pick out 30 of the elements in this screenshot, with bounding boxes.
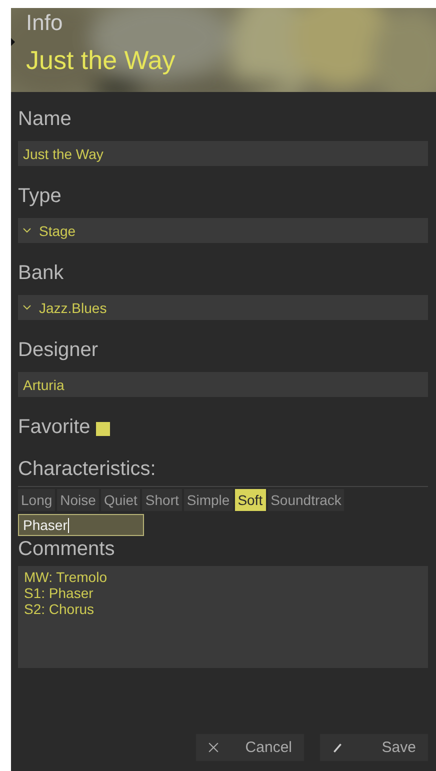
comments-label: Comments: [18, 537, 115, 562]
tag-button[interactable]: Long: [18, 489, 56, 511]
preset-name: Just the Way: [26, 44, 176, 77]
favorite-checkbox[interactable]: [96, 422, 110, 436]
field-label: Type: [18, 184, 62, 209]
tag-button[interactable]: Quiet: [100, 489, 140, 511]
chevron-down-icon: [23, 228, 31, 233]
dropdown-field[interactable]: Jazz.Blues: [18, 295, 428, 320]
tag-input[interactable]: Phaser: [18, 514, 144, 536]
pencil-icon: [332, 742, 343, 753]
field-label: Name: [18, 107, 72, 132]
save-button[interactable]: Save: [320, 734, 428, 761]
comments-field[interactable]: MW: Tremolo S1: Phaser S2: Chorus: [18, 566, 428, 668]
text-field[interactable]: Just the Way: [18, 141, 428, 166]
text-field[interactable]: Arturia: [18, 372, 428, 397]
tag-button[interactable]: Soundtrack: [268, 489, 344, 511]
favorite-label: Favorite: [18, 415, 90, 440]
cancel-button[interactable]: Cancel: [196, 734, 304, 761]
panel-title: Info: [26, 10, 63, 36]
characteristics-label: Characteristics:: [18, 457, 156, 482]
tag-button[interactable]: Simple: [184, 489, 233, 511]
tag-button[interactable]: Soft: [234, 489, 266, 511]
field-label: Bank: [18, 261, 64, 286]
close-icon: [208, 742, 219, 753]
tag-button[interactable]: Short: [142, 489, 182, 511]
caret-icon[interactable]: [11, 38, 15, 46]
chevron-down-icon: [23, 305, 31, 310]
field-label: Designer: [18, 338, 98, 363]
dropdown-field[interactable]: Stage: [18, 218, 428, 243]
tag-button[interactable]: Noise: [57, 489, 99, 511]
